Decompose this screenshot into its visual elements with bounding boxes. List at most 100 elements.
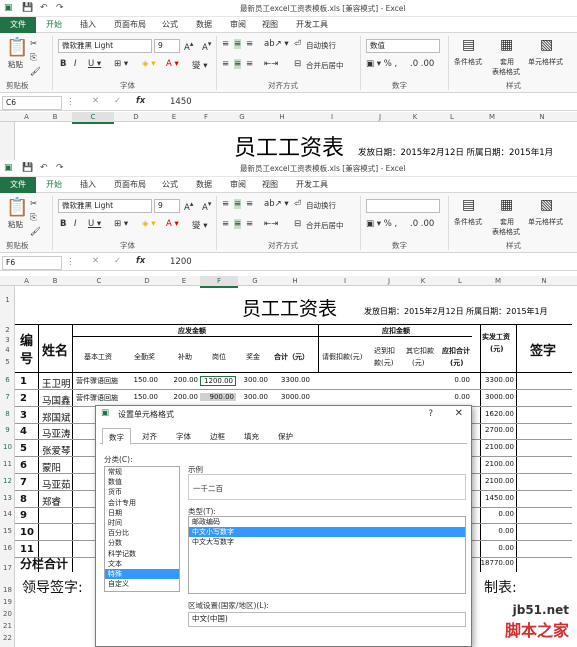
fill-color-icon[interactable]: ◈ ▾ [142, 219, 156, 229]
number-format-box[interactable] [366, 199, 440, 213]
category-item[interactable]: 百分比 [105, 528, 179, 538]
cell-style-button[interactable]: 单元格样式 [528, 217, 563, 227]
cut-icon[interactable]: ✂ [30, 199, 37, 209]
table-format-label-2[interactable]: 表格格式 [492, 227, 520, 237]
column-header-j[interactable]: J [372, 276, 406, 286]
enter-icon[interactable]: ✓ [114, 256, 121, 266]
cancel-icon[interactable]: ✕ [92, 256, 99, 266]
close-button[interactable]: ✕ [455, 408, 463, 419]
undo-icon[interactable]: ↶ [40, 3, 48, 13]
cell-actual[interactable]: 1620.00 [480, 410, 514, 418]
function-icon[interactable]: fx [136, 96, 145, 106]
cell-name[interactable]: 郑睿 [42, 494, 61, 508]
column-header-b[interactable]: B [38, 276, 72, 286]
column-header-j[interactable]: J [362, 112, 398, 122]
cell-no[interactable]: 6 [20, 460, 27, 471]
align-middle-icon[interactable]: ≡ [234, 39, 242, 49]
tab-home[interactable]: 开始 [46, 19, 62, 30]
column-header-h[interactable]: H [262, 112, 302, 122]
font-name-box[interactable]: 微软雅黑 Light [58, 199, 152, 213]
bold-icon[interactable]: B [60, 219, 66, 229]
row-header[interactable]: 17 [0, 564, 15, 572]
underline-icon[interactable]: U ▾ [88, 219, 101, 229]
redo-icon[interactable]: ↷ [56, 3, 64, 13]
category-item[interactable]: 数值 [105, 477, 179, 487]
row-header[interactable]: 11 [0, 460, 15, 468]
column-header-e[interactable]: E [168, 276, 200, 286]
format-painter-icon[interactable]: 🖌 [30, 227, 41, 237]
column-header-b[interactable]: B [38, 112, 72, 122]
cell-actual[interactable]: 0.00 [480, 527, 514, 535]
table-format-label-1[interactable]: 套用 [500, 57, 514, 67]
row-header[interactable]: 22 [0, 634, 15, 642]
row-header[interactable]: 2 [0, 326, 15, 334]
column-header-k[interactable]: K [406, 276, 440, 286]
tab-data[interactable]: 数据 [196, 19, 212, 30]
cell-name[interactable]: 郑国斌 [42, 410, 71, 424]
copy-icon[interactable]: ⎘ [30, 213, 37, 223]
column-header-d[interactable]: D [114, 112, 158, 122]
tab-border[interactable]: 边框 [210, 431, 225, 442]
font-size-box[interactable]: 9 [154, 39, 180, 53]
column-header-g[interactable]: G [238, 276, 272, 286]
column-header-n[interactable]: N [512, 112, 572, 122]
cell-no[interactable]: 1 [20, 376, 27, 387]
column-header-d[interactable]: D [126, 276, 168, 286]
name-box[interactable]: F6 [2, 256, 62, 270]
column-header-l[interactable]: L [440, 276, 480, 286]
save-icon[interactable]: 💾 [22, 163, 33, 173]
cell-bonus[interactable]: 300.00 [238, 376, 269, 384]
cell-post[interactable]: 1200.00 [200, 376, 236, 386]
save-icon[interactable]: 💾 [22, 3, 33, 13]
cell-style-icon[interactable]: ▧ [540, 37, 553, 53]
tab-file[interactable]: 文件 [0, 17, 36, 33]
tab-file[interactable]: 文件 [0, 177, 36, 193]
format-painter-icon[interactable]: 🖌 [30, 67, 41, 77]
row-header[interactable]: 12 [0, 477, 15, 485]
cell-actual[interactable]: 2100.00 [480, 443, 514, 451]
cell-name[interactable]: 蒙阳 [42, 460, 61, 474]
cell-perf[interactable]: 150.00 [128, 393, 159, 401]
indent-icon[interactable]: ⇤⇥ [264, 59, 278, 69]
align-top-icon[interactable]: ≡ [222, 39, 229, 49]
column-header-f[interactable]: F [200, 276, 238, 288]
cell-style-button[interactable]: 单元格样式 [528, 57, 563, 67]
wrap-text-icon[interactable]: ⏎ [294, 39, 301, 49]
cell-actual[interactable]: 3300.00 [480, 376, 514, 384]
font-size-box[interactable]: 9 [154, 199, 180, 213]
cell-bonus[interactable]: 300.00 [238, 393, 269, 401]
function-icon[interactable]: fx [136, 256, 145, 266]
cell-total[interactable]: 3300.00 [274, 376, 310, 384]
cell-base[interactable]: 营件骤语回施 [76, 376, 118, 386]
tab-view[interactable]: 视图 [262, 19, 278, 30]
font-color-icon[interactable]: A ▾ [166, 219, 179, 229]
number-format-box[interactable]: 数值 [366, 39, 440, 53]
category-item[interactable]: 会计专用 [105, 498, 179, 508]
column-header-n[interactable]: N [516, 276, 572, 286]
wrap-text-button[interactable]: 自动换行 [306, 40, 336, 51]
italic-icon[interactable]: I [74, 59, 77, 69]
cell-actual[interactable]: 2700.00 [480, 426, 514, 434]
orientation-icon[interactable]: ab↗ ▾ [264, 199, 289, 209]
row-header[interactable]: 9 [0, 426, 15, 434]
row-header[interactable]: 15 [0, 527, 15, 535]
type-item[interactable]: 中文大写数字 [189, 537, 465, 547]
currency-icon[interactable]: ▣ ▾ % , [366, 59, 397, 69]
row-header[interactable]: 5 [0, 358, 15, 366]
italic-icon[interactable]: I [74, 219, 77, 229]
conditional-format-button[interactable]: 条件格式 [454, 57, 482, 67]
decimal-icon[interactable]: .0 .00 [410, 59, 434, 69]
cell-post[interactable]: 900.00 [200, 393, 236, 401]
font-shrink-icon[interactable]: A▾ [202, 199, 211, 213]
category-list[interactable]: 常规 数值 货币 会计专用 日期 时间 百分比 分数 科学记数 文本 特殊 自定义 [104, 466, 180, 592]
column-header-e[interactable]: E [158, 112, 190, 122]
undo-icon[interactable]: ↶ [40, 163, 48, 173]
column-header-i[interactable]: I [318, 276, 372, 286]
wrap-text-button[interactable]: 自动换行 [306, 200, 336, 211]
align-left-icon[interactable]: ≡ [222, 219, 229, 229]
cell-actual[interactable]: 0.00 [480, 544, 514, 552]
align-right-icon[interactable]: ≡ [246, 59, 253, 69]
cell-name[interactable]: 王卫明 [42, 376, 71, 390]
row-header[interactable]: 10 [0, 443, 15, 451]
cut-icon[interactable]: ✂ [30, 39, 37, 49]
